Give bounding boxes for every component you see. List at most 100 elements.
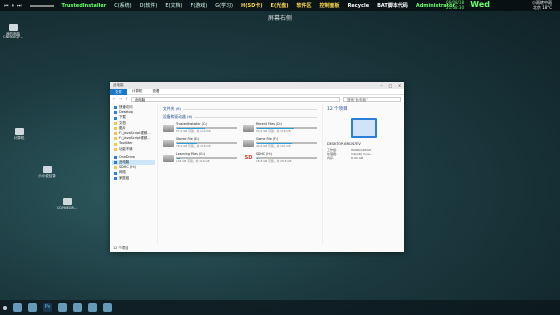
item-count: 12 个项目 [327,107,348,112]
music-icon[interactable] [58,303,67,312]
folder-icon [14,128,24,135]
next-icon[interactable]: ⏭ [17,3,22,9]
desktop-icon-2[interactable]: 计算机 [6,128,32,141]
devices-header-label: 设备和驱动器 (6) [163,114,193,119]
nav-homegroup[interactable]: 家庭组 [112,176,155,181]
store-icon[interactable] [103,303,112,312]
drive-name: TrustedInstaller (C:) [176,121,208,126]
window-controls: – □ × [377,83,404,88]
sd-card-icon [114,166,117,170]
recycle-link[interactable]: Recycle [344,3,374,9]
details-pane: 12 个项目 DESKTOP-BRCN7EV 工作组: WORKGROUP 处理器… [322,103,404,244]
drive-link-7[interactable]: E(光盘) [267,2,293,9]
detail-key: 内存: [327,156,335,160]
nav-label: 功能不够 [119,146,133,151]
folder-icon [114,132,117,136]
drive-name: SDHC (H:) [256,151,273,156]
download-icon [114,116,117,120]
drive-name: Recent Files (D:) [256,121,283,126]
minimize-icon[interactable]: – [377,83,386,88]
folders-header-label: 文件夹 (6) [163,106,181,111]
desktop-icon-1[interactable]: CNNSKQF... [0,35,26,39]
drive-d[interactable]: Recent Files (D:) 43.6 GB 可用，共 116 GB [243,122,317,134]
address-bar[interactable]: 此电脑 [130,96,340,102]
prev-icon[interactable]: ⏮ [4,3,9,9]
chat-icon[interactable] [73,303,82,312]
desktop-icon-3[interactable]: 小小说目录 [34,166,60,179]
window-titlebar[interactable]: 此电脑 – □ × [110,82,404,89]
desktop-icon [114,111,117,115]
tab-view[interactable]: 查看 [148,89,165,94]
start-icon[interactable] [3,305,7,310]
pause-icon[interactable]: ⏸ [12,3,15,9]
tab-file[interactable]: 文件 [110,88,127,95]
address-row: ← → ↑ 此电脑 搜索"此电脑" [110,95,404,103]
folder-icon [114,137,117,141]
photoshop-icon[interactable]: Ps [43,303,52,312]
drive-free: 28.8 GB 可用，共 28.8 GB [256,158,292,163]
browser-icon[interactable] [28,303,37,312]
folders-header[interactable]: 文件夹 (6) [163,106,317,112]
back-icon[interactable]: ← [113,97,116,101]
drive-g[interactable]: Learning Files (G:) 118 GB 可用，共 116 GB [163,152,237,164]
network-icon [114,171,117,175]
search-input[interactable]: 搜索"此电脑" [343,96,401,102]
file-icon [42,166,52,173]
explorer-window: 此电脑 – □ × 文件 计算机 查看 ← → ↑ 此电脑 搜索"此电脑" 快速… [110,82,404,252]
drive-c[interactable]: TrustedInstaller (C:) 57.6 GB 可用，共 110 GB [163,122,237,134]
media-controls: ⏮ ⏸ ⏭ [0,3,26,9]
drive-free: 76.9 GB 可用，共 116 GB [176,143,211,148]
computer-icon [114,161,117,165]
maximize-icon[interactable]: □ [386,83,395,88]
drive-free: 43.6 GB 可用，共 116 GB [256,128,291,133]
clock: 06/08/18 21:08:30 [446,0,464,10]
devices-header[interactable]: 设备和驱动器 (6) [163,114,317,120]
desktop-icon-4[interactable]: CGYNEGR... [54,198,80,210]
drive-link-2[interactable]: D(软件) [136,2,162,9]
computer-icon [8,24,18,31]
drive-link-0[interactable]: TrustedInstaller [58,3,111,9]
homegroup-icon [114,176,117,180]
status-bar: 12 个项目 [113,246,129,250]
hard-drive-icon [163,139,174,147]
drive-free: 57.6 GB 可用，共 110 GB [176,128,211,133]
drive-name: Game File (F:) [256,136,278,141]
detail-value: 8.00 GB [351,156,364,160]
detail-row: 内存: 8.00 GB [327,156,400,160]
control-panel-link[interactable]: 控制面板 [316,2,344,9]
hard-drive-icon [163,124,174,132]
drive-link-1[interactable]: C(系统) [110,2,135,9]
drive-e[interactable]: Stored File (E:) 76.9 GB 可用，共 116 GB [163,137,237,149]
up-icon[interactable]: ↑ [125,97,128,101]
close-icon[interactable]: × [395,83,404,88]
folder-icon [114,142,117,146]
picture-icon [114,126,117,130]
window-body: 快速访问 Desktop 下载 文档 图片 F:_JavaScript视频...… [110,103,404,244]
volume-slider[interactable] [29,4,54,7]
drive-link-5[interactable]: G(学习) [211,2,237,9]
content-pane: 文件夹 (6) 设备和驱动器 (6) TrustedInstaller (C:)… [158,103,322,244]
app-icon [62,198,72,205]
software-link[interactable]: 软件区 [293,2,316,9]
weekday: Wed [470,0,490,9]
drive-name: Learning Files (G:) [176,151,205,156]
hard-drive-icon [243,124,254,132]
sd-card-icon: SD [244,154,253,161]
drive-link-4[interactable]: F(游戏) [186,2,211,9]
clock-time: 21:08:30 [446,4,464,10]
desktop-icon-label: CNNSKQF... [3,35,23,39]
tab-computer[interactable]: 计算机 [127,89,148,94]
folder-icon [114,147,117,151]
drive-name: Stored File (E:) [176,136,200,141]
nav-label: 家庭组 [119,175,130,180]
file-explorer-icon[interactable] [13,303,22,312]
bat-link[interactable]: BAT脚本代码 [373,2,412,9]
drive-link-3[interactable]: E(文档) [161,2,186,9]
drive-f[interactable]: Game File (F:) 40.6 GB 可用，共 101 GB [243,137,317,149]
weather-temp: 北京 18°C [532,4,552,10]
desktop-icon-label: 小小说目录 [38,174,56,178]
forward-icon[interactable]: → [119,97,122,101]
drive-h[interactable]: SD SDHC (H:) 28.8 GB 可用，共 28.8 GB [243,152,317,164]
mail-icon[interactable] [88,303,97,312]
drive-link-6[interactable]: H(SD卡) [237,2,267,9]
